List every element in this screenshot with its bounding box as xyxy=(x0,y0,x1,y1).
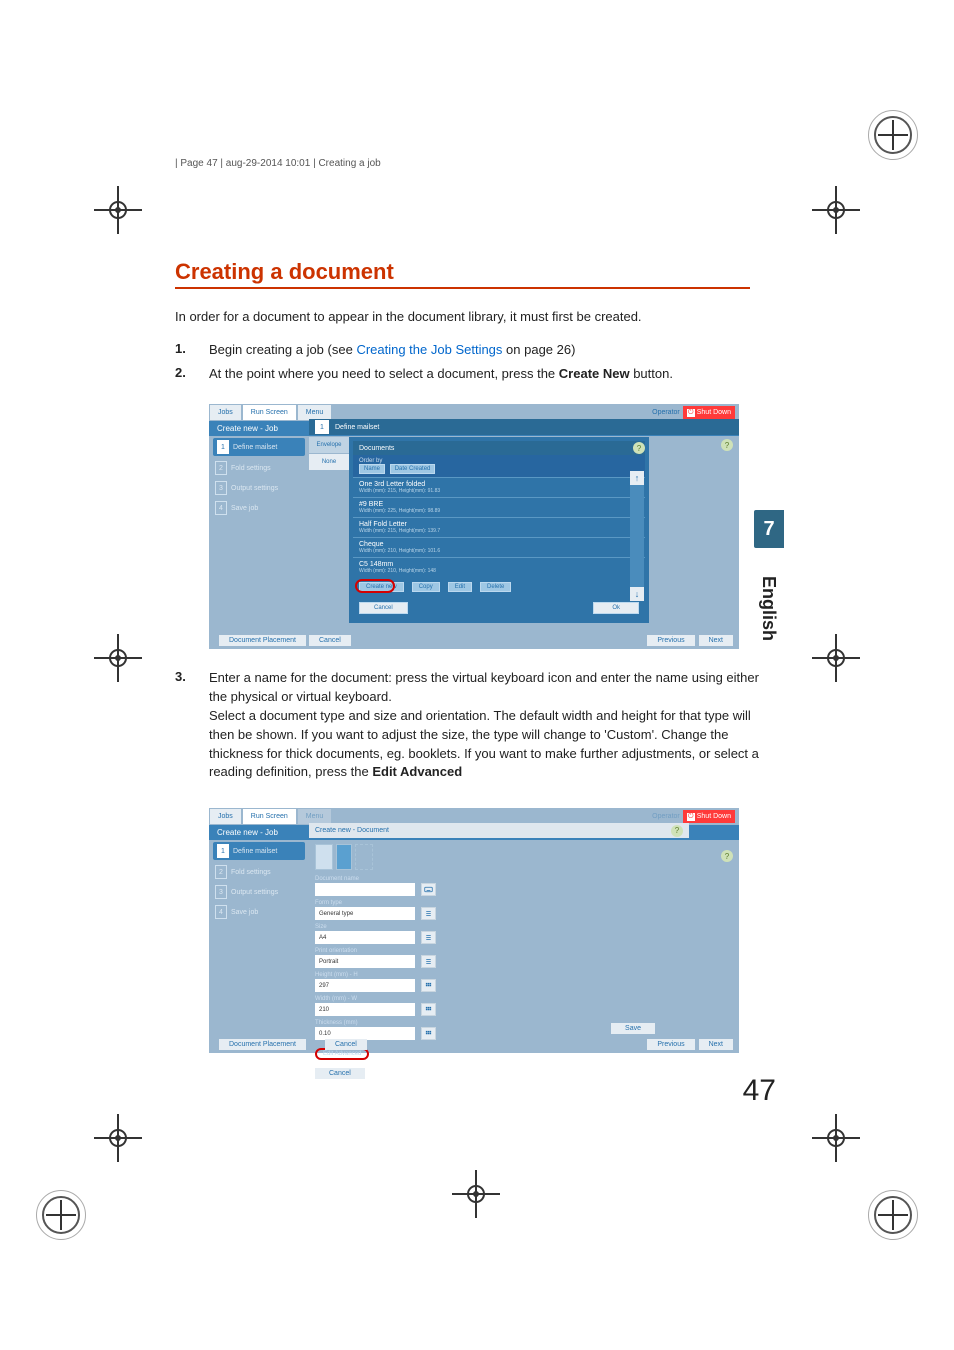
power-icon: ⏻ xyxy=(687,409,695,417)
numpad-icon[interactable] xyxy=(421,1003,436,1016)
edit-button[interactable]: Edit xyxy=(448,582,472,592)
cancel-button[interactable]: Cancel xyxy=(315,1068,365,1079)
help-icon[interactable]: ? xyxy=(721,850,733,862)
help-icon[interactable]: ? xyxy=(633,442,645,454)
orientation-preview xyxy=(309,840,599,874)
section-header: 1Define mailset xyxy=(309,419,739,435)
width-label: Width (mm) - W xyxy=(309,994,599,1003)
thickness-label: Thickness (mm) xyxy=(309,1018,599,1027)
wizard-step-fold-settings[interactable]: 2Fold settings xyxy=(209,458,309,478)
wizard-step-fold-settings[interactable]: 2Fold settings xyxy=(209,862,309,882)
list-icon[interactable] xyxy=(421,907,436,920)
none-vtab[interactable]: None xyxy=(309,454,349,470)
document-name-label: Document name xyxy=(309,874,599,883)
screenshot-create-document: Jobs Run Screen Menu Operator ⏻Shut Down… xyxy=(209,808,739,1053)
size-input[interactable]: A4 xyxy=(315,931,415,944)
step-number: 3. xyxy=(175,669,209,782)
page-number: 47 xyxy=(743,1074,776,1108)
list-icon[interactable] xyxy=(421,955,436,968)
previous-button[interactable]: Previous xyxy=(647,635,694,646)
form-type-label: Form type xyxy=(309,898,599,907)
numpad-icon[interactable] xyxy=(421,979,436,992)
wizard-step-save-job[interactable]: 4Save job xyxy=(209,902,309,922)
section-title: Creating a document xyxy=(175,259,750,289)
document-name-input[interactable] xyxy=(315,883,415,896)
order-by-name-button[interactable]: Name xyxy=(359,464,385,474)
save-button[interactable]: Save xyxy=(611,1023,655,1034)
wizard-step-output-settings[interactable]: 3Output settings xyxy=(209,882,309,902)
highlight-oval xyxy=(355,579,395,593)
orientation-input[interactable]: Portrait xyxy=(315,955,415,968)
wizard-step-define-mailset[interactable]: 1Define mailset xyxy=(213,438,305,456)
wizard-step-output-settings[interactable]: 3Output settings xyxy=(209,478,309,498)
list-item[interactable]: C5 148mmWidth (mm): 210, Height(mm): 148 xyxy=(353,557,645,577)
step-2-text: At the point where you need to select a … xyxy=(209,365,760,384)
document-placement-button[interactable]: Document Placement xyxy=(219,1039,306,1050)
page-preview-icon xyxy=(355,844,373,870)
copy-button[interactable]: Copy xyxy=(412,582,440,592)
width-input[interactable]: 210 xyxy=(315,1003,415,1016)
keyboard-icon[interactable] xyxy=(421,883,436,896)
operator-label: Operator xyxy=(652,813,680,820)
previous-button[interactable]: Previous xyxy=(647,1039,694,1050)
power-icon: ⏻ xyxy=(687,813,695,821)
page-preview-icon xyxy=(315,844,333,870)
height-input[interactable]: 297 xyxy=(315,979,415,992)
modal-header: Create new - Document? xyxy=(309,823,689,838)
panel-title: Documents xyxy=(359,445,394,452)
jobs-tab[interactable]: Jobs xyxy=(210,405,241,420)
ok-button[interactable]: Ok xyxy=(593,602,639,614)
jobs-tab[interactable]: Jobs xyxy=(210,809,241,824)
step-number: 1. xyxy=(175,341,209,360)
documents-panel: Documents? Order by Name Date Created On… xyxy=(349,437,649,623)
step-3-text: Enter a name for the document: press the… xyxy=(209,669,760,782)
cancel-button[interactable]: Cancel xyxy=(325,1039,367,1050)
height-label: Height (mm) - H xyxy=(309,970,599,979)
cancel-button[interactable]: Cancel xyxy=(309,635,351,646)
page-header: | Page 47 | aug-29-2014 10:01 | Creating… xyxy=(175,158,760,169)
menu-tab[interactable]: Menu xyxy=(298,405,332,420)
orientation-label: Print orientation xyxy=(309,946,599,955)
run-screen-tab[interactable]: Run Screen xyxy=(243,405,296,420)
list-item[interactable]: One 3rd Letter foldedWidth (mm): 215, He… xyxy=(353,477,645,497)
document-placement-button[interactable]: Document Placement xyxy=(219,635,306,646)
menu-tab[interactable]: Menu xyxy=(298,809,332,824)
numpad-icon[interactable] xyxy=(421,1027,436,1040)
intro-text: In order for a document to appear in the… xyxy=(175,307,760,327)
operator-label[interactable]: Operator xyxy=(652,409,680,416)
shut-down-button[interactable]: ⏻Shut Down xyxy=(683,406,735,419)
list-item[interactable]: Half Fold LetterWidth (mm): 215, Height(… xyxy=(353,517,645,537)
size-label: Size xyxy=(309,922,599,931)
list-item[interactable]: #9 BREWidth (mm): 225, Height(mm): 98.89 xyxy=(353,497,645,517)
next-button[interactable]: Next xyxy=(699,635,733,646)
step-1-text: Begin creating a job (see Creating the J… xyxy=(209,341,760,360)
delete-button[interactable]: Delete xyxy=(480,582,511,592)
next-button[interactable]: Next xyxy=(699,1039,733,1050)
page-preview-icon xyxy=(336,844,352,870)
list-icon[interactable] xyxy=(421,931,436,944)
screenshot-define-mailset: Jobs Run Screen Menu Operator ⏻Shut Down… xyxy=(209,404,739,649)
run-screen-tab[interactable]: Run Screen xyxy=(243,809,296,824)
wizard-step-save-job[interactable]: 4Save job xyxy=(209,498,309,518)
order-by-date-button[interactable]: Date Created xyxy=(390,464,436,474)
shut-down-button[interactable]: ⏻Shut Down xyxy=(683,810,735,823)
help-icon[interactable]: ? xyxy=(721,439,733,451)
scroll-up-icon[interactable]: ↑ xyxy=(630,471,644,485)
help-icon[interactable]: ? xyxy=(671,825,683,837)
step-number: 2. xyxy=(175,365,209,384)
list-item[interactable]: ChequeWidth (mm): 210, Height(mm): 101.6 xyxy=(353,537,645,557)
wizard-step-define-mailset[interactable]: 1Define mailset xyxy=(213,842,305,860)
envelope-vtab[interactable]: Envelope xyxy=(309,437,349,453)
cancel-button[interactable]: Cancel xyxy=(359,602,408,614)
form-type-input[interactable]: General type xyxy=(315,907,415,920)
creating-job-settings-link[interactable]: Creating the Job Settings xyxy=(356,342,502,357)
